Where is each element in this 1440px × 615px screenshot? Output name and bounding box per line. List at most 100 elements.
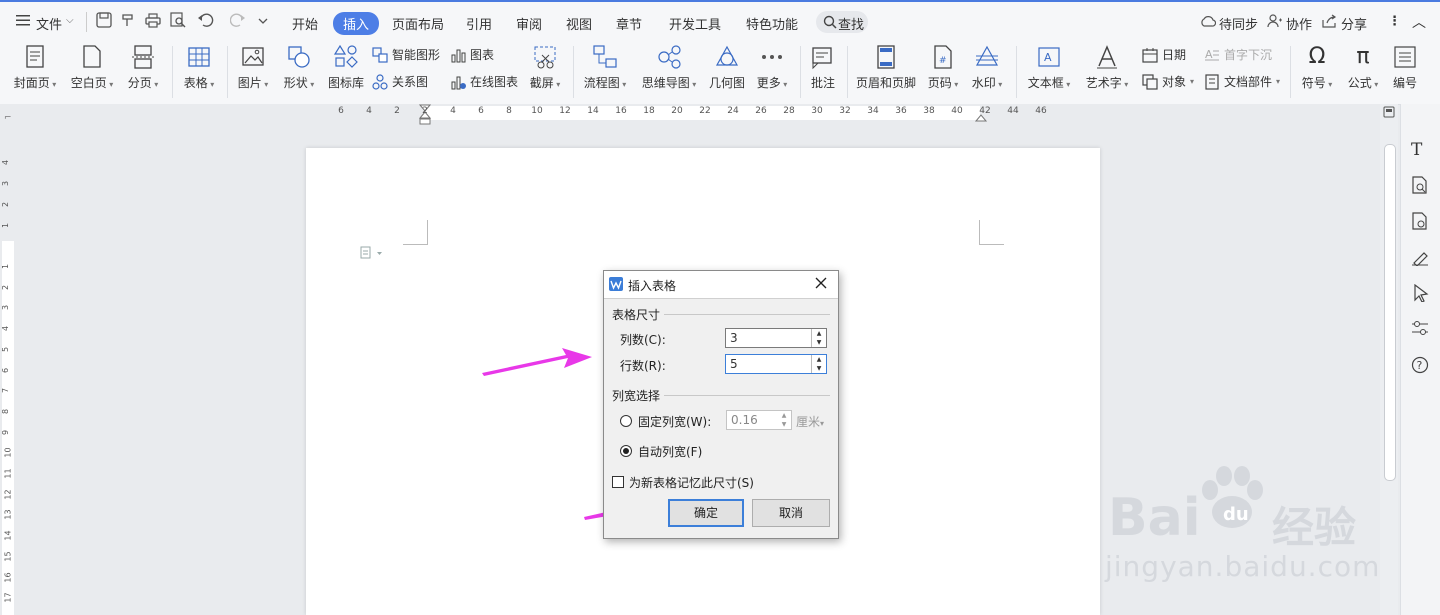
close-icon[interactable] bbox=[814, 276, 828, 293]
redo-icon[interactable] bbox=[229, 12, 248, 30]
pen-icon[interactable] bbox=[1411, 248, 1429, 269]
watermark-button[interactable]: 水印 ▾ bbox=[968, 44, 1006, 91]
sync-status[interactable]: 待同步 bbox=[1219, 14, 1258, 33]
spin-up-icon[interactable]: ▲ bbox=[812, 355, 826, 364]
cancel-button[interactable]: 取消 bbox=[752, 499, 830, 527]
comment-button[interactable]: 批注 bbox=[806, 44, 840, 91]
tab-start[interactable]: 开始 bbox=[292, 14, 318, 33]
vertical-ruler[interactable]: 4 3 2 1 1 2 3 4 5 6 7 8 9 10 11 12 13 14 15 16 17 bbox=[0, 121, 16, 615]
chart-button[interactable]: 图表 bbox=[450, 46, 494, 63]
numbering-button[interactable]: 编号 bbox=[1388, 44, 1422, 91]
search-box[interactable]: 查找 bbox=[816, 11, 868, 33]
tab-references[interactable]: 引用 bbox=[466, 14, 492, 33]
rows-value[interactable]: 5 bbox=[730, 357, 738, 371]
columns-label: 列数(C): bbox=[620, 333, 666, 347]
unit-select[interactable]: 厘米▾ bbox=[796, 413, 824, 430]
remember-size-label[interactable]: 为新表格记忆此尺寸(S) bbox=[629, 474, 754, 491]
table-button[interactable]: 表格 ▾ bbox=[180, 44, 218, 91]
icon-library-button[interactable]: 图标库 bbox=[326, 44, 366, 91]
horizontal-ruler[interactable]: 6 4 2 2 4 6 8 10 12 14 16 18 20 22 24 26 28 30 32 34 36 38 40 4… bbox=[0, 104, 1380, 125]
screenshot-button[interactable]: 截屏 ▾ bbox=[526, 44, 564, 91]
auto-width-label[interactable]: 自动列宽(F) bbox=[638, 443, 702, 460]
spin-up-icon[interactable]: ▲ bbox=[812, 329, 826, 338]
text-style-icon[interactable]: T bbox=[1411, 140, 1422, 160]
drop-cap-button[interactable]: A 首字下沉 bbox=[1204, 46, 1272, 63]
share-button[interactable]: 分享 bbox=[1341, 14, 1367, 33]
ok-button[interactable]: 确定 bbox=[668, 499, 744, 527]
ruler-tick-label: 44 bbox=[1007, 106, 1019, 116]
geometry-button[interactable]: 几何图 bbox=[706, 44, 748, 91]
fixed-width-value[interactable]: 0.16 bbox=[731, 413, 758, 427]
smart-art-icon bbox=[372, 46, 388, 63]
auto-width-radio[interactable] bbox=[620, 445, 632, 457]
fixed-width-label[interactable]: 固定列宽(W): bbox=[638, 413, 711, 430]
fixed-width-radio[interactable] bbox=[620, 415, 632, 427]
object-button[interactable]: 对象 ▾ bbox=[1142, 73, 1194, 90]
share-icon[interactable] bbox=[1321, 14, 1337, 31]
page-number-button[interactable]: # 页码 ▾ bbox=[924, 44, 962, 91]
document-search-icon[interactable] bbox=[1411, 176, 1429, 197]
ruler-tick-label: 4 bbox=[1, 159, 11, 166]
paragraph-options-icon[interactable] bbox=[360, 246, 386, 263]
remember-size-checkbox[interactable] bbox=[612, 476, 624, 488]
spin-down-icon[interactable]: ▼ bbox=[812, 364, 826, 373]
collapse-ribbon-icon[interactable]: ︿ bbox=[1412, 12, 1426, 32]
blank-page-button[interactable]: 空白页 ▾ bbox=[68, 44, 116, 91]
scrollbar-thumb[interactable] bbox=[1384, 144, 1396, 481]
collaborate-icon[interactable] bbox=[1267, 14, 1283, 31]
wordart-button[interactable]: 艺术字 ▾ bbox=[1082, 44, 1132, 91]
tab-page-layout[interactable]: 页面布局 bbox=[392, 14, 444, 33]
hamburger-icon[interactable] bbox=[16, 14, 30, 29]
date-button[interactable]: 日期 bbox=[1142, 46, 1186, 63]
flowchart-button[interactable]: 流程图 ▾ bbox=[580, 44, 630, 91]
collaborate-button[interactable]: 协作 bbox=[1286, 14, 1312, 33]
ruler-tick-label: 14 bbox=[3, 530, 13, 541]
divider bbox=[1290, 46, 1291, 98]
document-settings-icon[interactable] bbox=[1411, 212, 1429, 233]
chevron-down-icon[interactable]: ⌵ bbox=[66, 15, 74, 26]
tab-view[interactable]: 视图 bbox=[566, 14, 592, 33]
tab-stop-icon[interactable]: ⌐ bbox=[4, 113, 12, 123]
more-dropdown-icon[interactable] bbox=[257, 15, 275, 33]
smart-art-button[interactable]: 智能图形 bbox=[372, 46, 440, 63]
tab-special[interactable]: 特色功能 bbox=[746, 14, 798, 33]
undo-icon[interactable] bbox=[197, 12, 215, 30]
print-preview-icon[interactable] bbox=[170, 12, 188, 30]
format-painter-icon[interactable] bbox=[120, 12, 138, 30]
cover-page-button[interactable]: 封面页 ▾ bbox=[10, 44, 60, 91]
symbol-button[interactable]: Ω 符号 ▾ bbox=[1298, 44, 1336, 91]
file-menu[interactable]: 文件 bbox=[36, 14, 62, 33]
shape-button[interactable]: 形状 ▾ bbox=[280, 44, 318, 91]
dialog-titlebar[interactable]: 插入表格 bbox=[604, 271, 838, 299]
more-options-icon[interactable]: ⋮ bbox=[1388, 14, 1401, 29]
more-button[interactable]: 更多 ▾ bbox=[754, 44, 790, 91]
tab-review[interactable]: 审阅 bbox=[516, 14, 542, 33]
columns-spinner[interactable]: 3 ▲ ▼ bbox=[725, 328, 827, 348]
spin-down-icon[interactable]: ▼ bbox=[812, 338, 826, 347]
ruler-tick-label: 9 bbox=[1, 429, 11, 435]
header-footer-button[interactable]: 页眉和页脚 bbox=[854, 44, 918, 91]
columns-value[interactable]: 3 bbox=[730, 331, 738, 345]
fixed-width-spin-buttons[interactable]: ▲ ▼ bbox=[778, 411, 790, 429]
help-icon[interactable]: ? bbox=[1411, 356, 1429, 377]
group-divider bbox=[664, 314, 830, 315]
tab-developer[interactable]: 开发工具 bbox=[669, 14, 721, 33]
picture-button[interactable]: 图片 ▾ bbox=[234, 44, 272, 91]
textbox-button[interactable]: A 文本框 ▾ bbox=[1024, 44, 1074, 91]
mind-map-button[interactable]: 思维导图 ▾ bbox=[638, 44, 700, 91]
cursor-icon[interactable] bbox=[1413, 283, 1429, 305]
relation-chart-button[interactable]: 关系图 bbox=[372, 73, 428, 90]
tab-insert[interactable]: 插入 bbox=[333, 12, 380, 35]
rows-spinner[interactable]: 5 ▲ ▼ bbox=[725, 354, 827, 374]
adjust-sliders-icon[interactable] bbox=[1411, 320, 1429, 339]
online-chart-button[interactable]: 在线图表 bbox=[450, 73, 518, 90]
cloud-sync-icon[interactable] bbox=[1200, 14, 1217, 31]
page-break-button[interactable]: 分页 ▾ bbox=[124, 44, 162, 91]
save-icon[interactable] bbox=[96, 12, 114, 30]
print-icon[interactable] bbox=[145, 12, 163, 30]
vertical-scrollbar[interactable] bbox=[1380, 104, 1398, 615]
doc-parts-button[interactable]: 文档部件 ▾ bbox=[1204, 73, 1280, 90]
scroll-top-icon[interactable] bbox=[1383, 106, 1395, 121]
tab-chapter[interactable]: 章节 bbox=[616, 14, 642, 33]
formula-button[interactable]: π 公式 ▾ bbox=[1344, 44, 1382, 91]
